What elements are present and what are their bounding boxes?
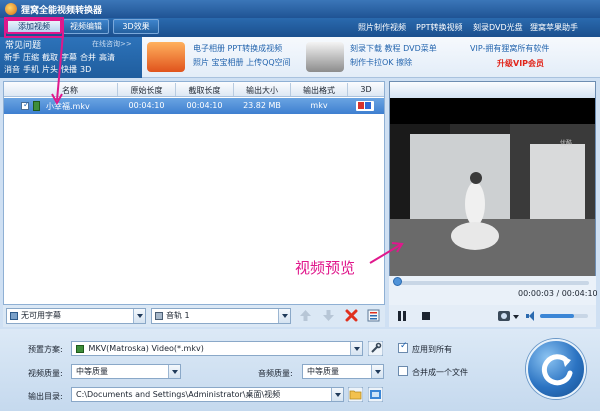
pointer-arrow [56,33,64,101]
highlight-box [4,17,64,38]
annotation-label: 视频预览 [295,259,356,277]
annotation-overlay [4,17,404,264]
preview-pointer-arrow [369,244,401,264]
